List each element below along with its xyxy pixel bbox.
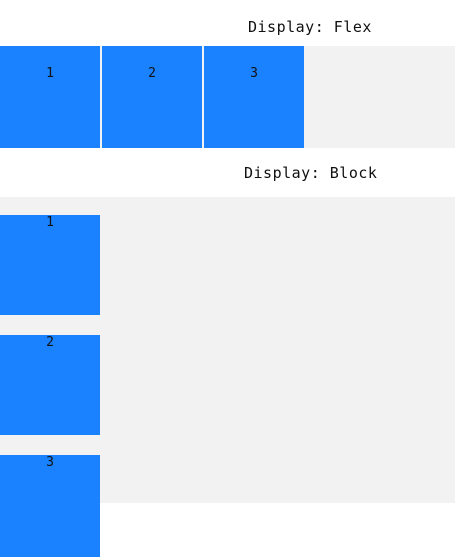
block-section-title: Display: Block (244, 164, 378, 182)
block-item-3: 3 (0, 455, 100, 557)
flex-item-label: 3 (250, 66, 258, 81)
block-item-2: 2 (0, 335, 100, 437)
block-item-label: 3 (46, 455, 54, 470)
flex-item-2: 2 (102, 46, 204, 148)
flex-section-title: Display: Flex (248, 18, 372, 36)
block-item-label: 1 (46, 215, 54, 230)
flex-item-1: 1 (0, 46, 102, 148)
block-item-1: 1 (0, 215, 100, 317)
block-container: 1 2 3 (0, 197, 455, 557)
block-item-label: 2 (46, 335, 54, 350)
flex-item-label: 1 (46, 66, 54, 81)
flex-item-3: 3 (204, 46, 306, 148)
flex-item-label: 2 (148, 66, 156, 81)
flex-container: 1 2 3 (0, 46, 455, 148)
